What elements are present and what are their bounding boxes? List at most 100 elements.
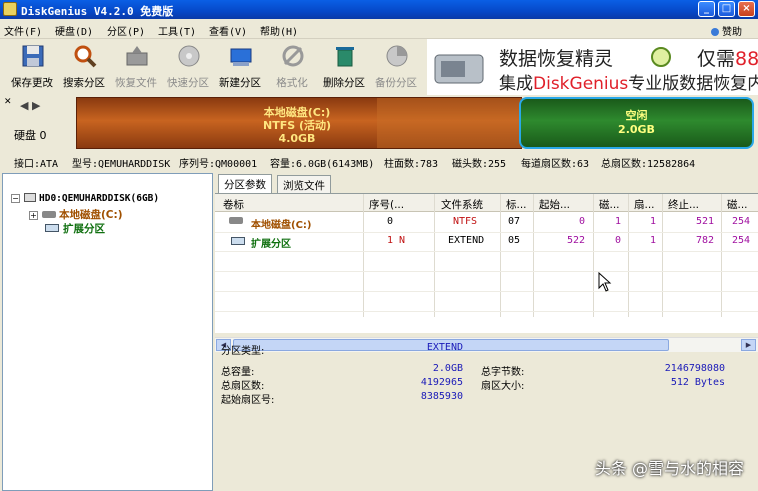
delete-partition-button[interactable]: 删除分区	[318, 39, 370, 95]
new-partition-icon	[230, 48, 252, 66]
col-start-cyl[interactable]: 起始...	[539, 197, 570, 212]
close-small-icon[interactable]: ✕	[4, 97, 12, 107]
col-divider	[434, 194, 435, 317]
col-divider	[533, 194, 534, 317]
menu-disk[interactable]: 硬盘(D)	[55, 23, 93, 38]
col-sector[interactable]: 扇...	[634, 197, 655, 212]
free-space-name: 空闲	[625, 109, 648, 122]
format-label: 格式化	[276, 77, 308, 89]
search-partition-button[interactable]: 搜索分区	[58, 39, 110, 95]
partition-table: 卷标 序号(... 文件系统 标... 起始... 磁... 扇... 终止..…	[215, 193, 758, 352]
detail-total-bytes-value: 2146798080	[664, 363, 725, 374]
collapse-icon[interactable]: −	[11, 194, 20, 203]
extended-row-icon	[231, 237, 245, 245]
col-head[interactable]: 磁...	[599, 197, 620, 212]
backup-partition-icon	[386, 45, 408, 67]
detail-capacity-label: 总容量:	[221, 367, 255, 378]
partition-c-text: 本地磁盘(C:) NTFS (活动) 4.0GB	[227, 106, 367, 145]
tree-item-extended-label: 扩展分区	[63, 223, 105, 235]
tab-partition-params[interactable]: 分区参数	[218, 174, 272, 194]
quick-partition-button[interactable]: 快速分区	[162, 39, 214, 95]
sponsor-link[interactable]: 赞助	[711, 23, 742, 38]
new-partition-label: 新建分区	[219, 77, 261, 89]
disk-tree: − HD0:QEMUHARDDISK(6GB) + 本地磁盘(C:) 扩展分区	[2, 173, 213, 491]
menu-partition[interactable]: 分区(P)	[107, 23, 145, 38]
row-divider	[215, 251, 758, 252]
detail-start-sector-label: 起始扇区号:	[221, 395, 275, 406]
detail-capacity-value: 2.0GB	[432, 363, 463, 374]
col-end-cyl[interactable]: 终止...	[668, 197, 699, 212]
expand-icon[interactable]: +	[29, 211, 38, 220]
tree-item-c[interactable]: + 本地磁盘(C:)	[29, 207, 123, 222]
search-icon	[74, 45, 97, 68]
close-button[interactable]: ×	[738, 1, 755, 17]
row-name: 本地磁盘(C:)	[251, 220, 312, 231]
tab-browse-files[interactable]: 浏览文件	[277, 175, 331, 193]
row-head: 1	[614, 216, 621, 227]
col-index[interactable]: 序号(...	[369, 197, 404, 212]
row-divider	[215, 271, 758, 272]
banner-subtitle: 集成DiskGenius专业版数据恢复内	[499, 74, 758, 94]
menu-view[interactable]: 查看(V)	[209, 23, 247, 38]
partition-icon	[42, 211, 56, 218]
menu-file[interactable]: 文件(F)	[4, 23, 42, 38]
row-end-cyl: 782	[695, 235, 714, 246]
row-name: 扩展分区	[251, 239, 291, 250]
info-sectors-per-track: 每道扇区数:63	[521, 159, 590, 170]
window-title: DiskGenius V4.2.0 免费版	[21, 5, 174, 18]
info-heads: 磁头数:255	[452, 159, 507, 170]
backup-partition-label: 备份分区	[375, 77, 417, 89]
tree-disk-hd0[interactable]: − HD0:QEMUHARDDISK(6GB)	[11, 192, 159, 204]
partition-c-block[interactable]: 本地磁盘(C:) NTFS (活动) 4.0GB	[76, 97, 523, 149]
detail-sectors-value: 4192965	[420, 377, 463, 388]
col-divider	[628, 194, 629, 317]
detail-type-label: 分区类型:	[221, 346, 265, 357]
col-filesystem[interactable]: 文件系统	[441, 197, 483, 212]
sponsor-icon	[711, 28, 719, 36]
recover-file-button[interactable]: 恢复文件	[110, 39, 162, 95]
free-space-size: 2.0GB	[618, 123, 655, 136]
save-label: 保存更改	[11, 77, 53, 89]
menu-tools[interactable]: 工具(T)	[158, 23, 196, 38]
save-button[interactable]: 保存更改	[6, 39, 58, 95]
detail-sectors-label: 总扇区数:	[221, 381, 265, 392]
backup-partition-button[interactable]: 备份分区	[370, 39, 422, 95]
col-divider	[363, 194, 364, 317]
table-header: 卷标 序号(... 文件系统 标... 起始... 磁... 扇... 终止..…	[215, 194, 758, 212]
promo-banner[interactable]: 数据恢复精灵 集成DiskGenius专业版数据恢复内 仅需88	[427, 39, 758, 95]
free-space-text: 空闲 2.0GB	[521, 109, 752, 137]
new-partition-button[interactable]: 新建分区	[214, 39, 266, 95]
format-button[interactable]: 格式化	[266, 39, 318, 95]
extended-partition-icon	[45, 224, 59, 232]
drive-promo-icon	[434, 54, 484, 84]
format-icon	[282, 45, 304, 67]
info-serial: 序列号:QM00001	[179, 159, 258, 170]
sponsor-label: 赞助	[722, 27, 742, 38]
next-disk-icon[interactable]: ▶	[32, 99, 40, 112]
tree-item-extended[interactable]: 扩展分区	[45, 221, 105, 236]
info-interface: 接口:ATA	[14, 159, 59, 170]
col-divider	[593, 194, 594, 317]
right-panel: 分区参数 浏览文件 卷标 序号(... 文件系统 标... 起始... 磁...…	[215, 173, 758, 491]
menu-bar: 文件(F) 硬盘(D) 分区(P) 工具(T) 查看(V) 帮助(H) 赞助	[0, 19, 758, 39]
row-start-cyl: 0	[578, 216, 585, 227]
col-id[interactable]: 标...	[506, 197, 527, 212]
row-end-head: 254	[731, 235, 750, 246]
col-divider	[662, 194, 663, 317]
info-capacity: 容量:6.0GB(6143MB)	[270, 159, 375, 170]
col-volume[interactable]: 卷标	[223, 197, 244, 212]
row-fs: NTFS	[453, 216, 478, 227]
col-end-head[interactable]: 磁...	[727, 197, 748, 212]
delete-partition-label: 删除分区	[323, 77, 365, 89]
row-end-cyl: 521	[695, 216, 714, 227]
disk-nav: ◀ ▶	[20, 99, 40, 112]
prev-disk-icon[interactable]: ◀	[20, 99, 28, 112]
maximize-button[interactable]: □	[718, 1, 735, 17]
minimize-button[interactable]: _	[698, 1, 715, 17]
row-id: 05	[508, 235, 521, 246]
row-index: 1 N	[387, 235, 406, 246]
recover-file-icon	[126, 46, 148, 66]
menu-help[interactable]: 帮助(H)	[260, 23, 298, 38]
free-space-block[interactable]: 空闲 2.0GB	[519, 97, 754, 149]
row-fs: EXTEND	[448, 235, 485, 246]
